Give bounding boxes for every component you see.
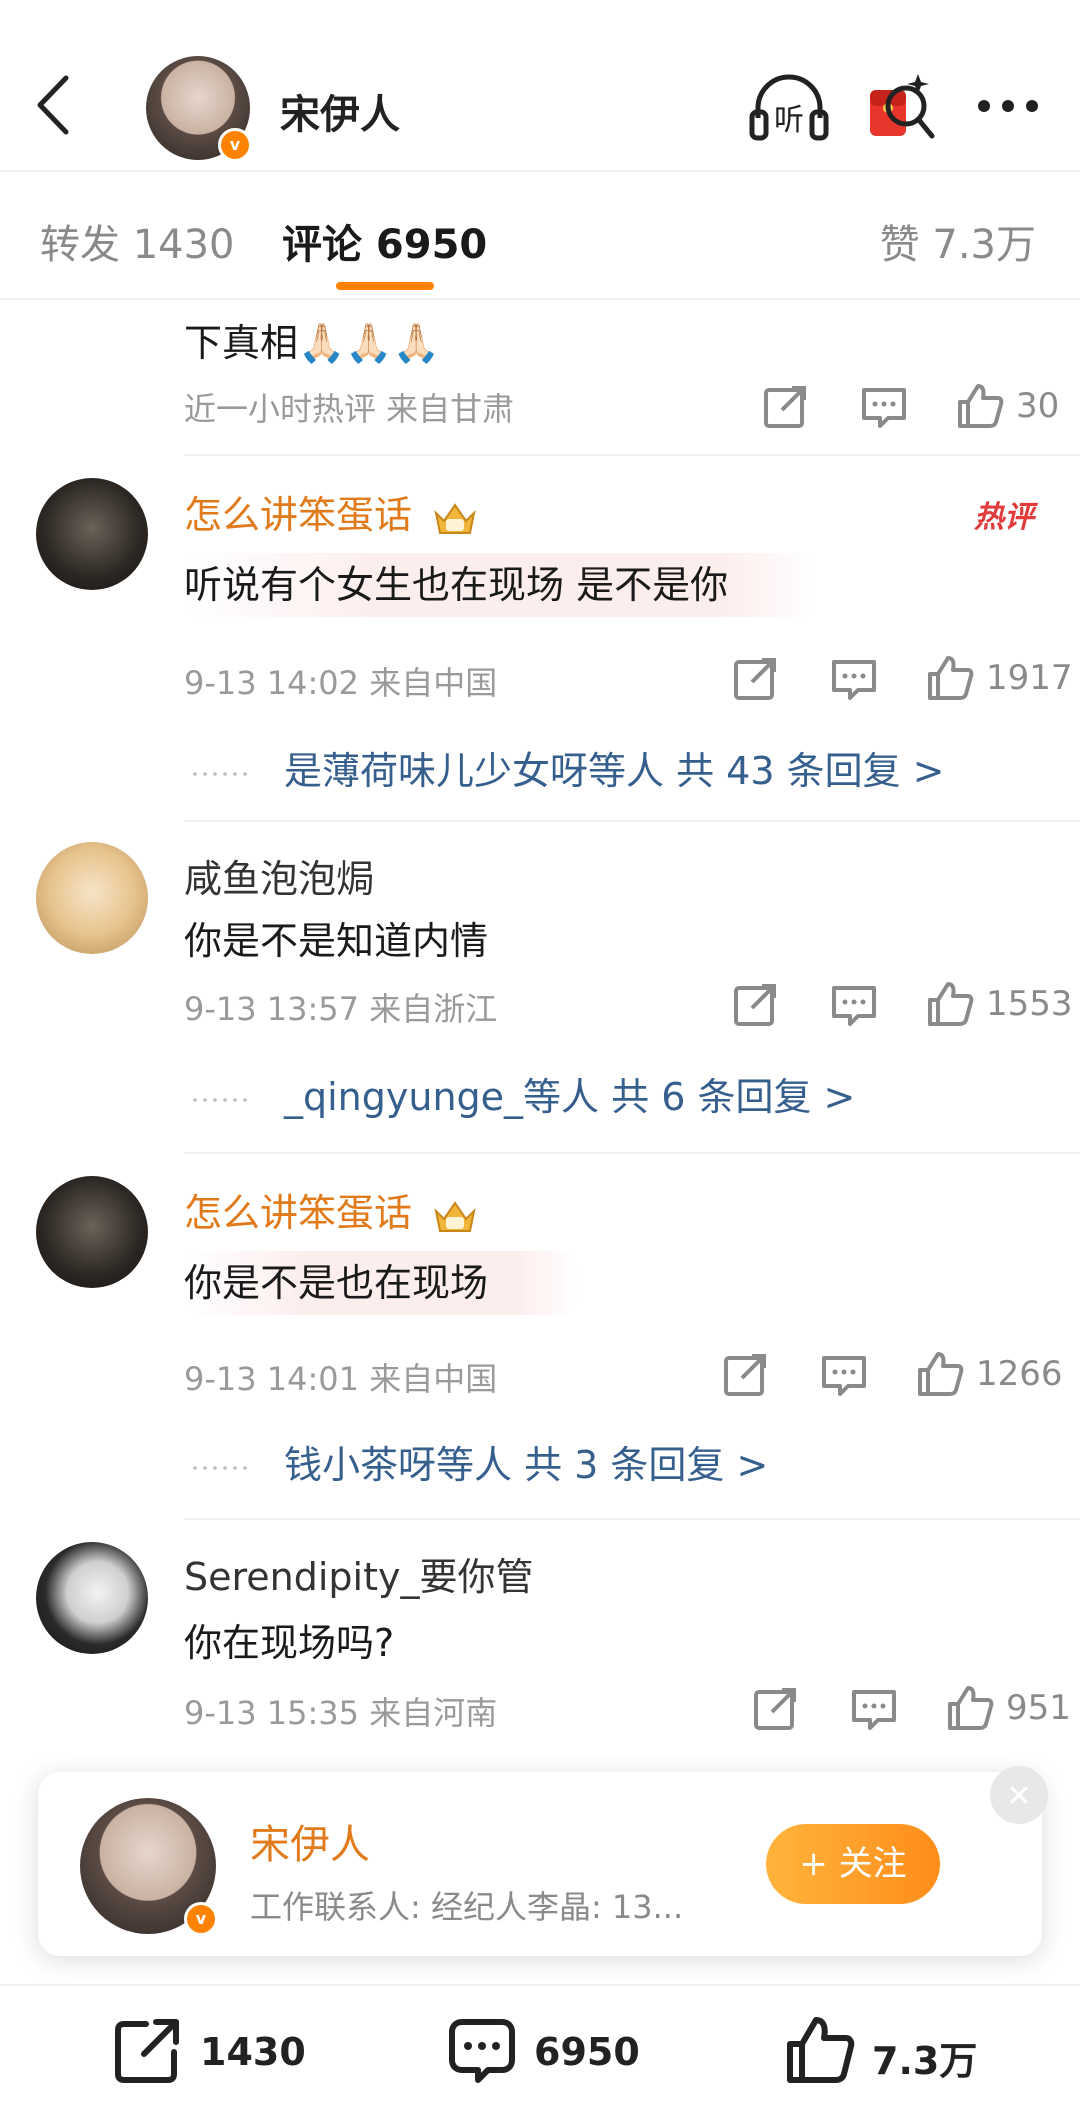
listen-label: 听 (774, 103, 804, 138)
banner-avatar[interactable]: v (80, 1798, 218, 1936)
comment-item: 下真相🙏🏻🙏🏻🙏🏻 近一小时热评 来自甘肃 30 (0, 300, 1080, 454)
verified-badge-icon: v (218, 128, 252, 162)
comment-item: 怎么讲笨蛋话 你是不是也在现场 9-13 14:01 来自中国 1266 钱小茶… (0, 1154, 1080, 1520)
comment-icon (449, 2019, 515, 2083)
like-icon[interactable] (924, 978, 976, 1030)
reply-dots (190, 1097, 250, 1102)
reply-icon[interactable] (848, 1682, 900, 1734)
banner-description: 工作联系人: 经纪人李晶: 13... (250, 1888, 684, 1926)
tab-comment[interactable]: 评论 6950 (282, 212, 487, 270)
reply-dots (190, 1465, 250, 1470)
tab-bar: 转发 1430 评论 6950 赞 7.3万 (0, 172, 1080, 300)
replies-text: 是薄荷味儿少女呀等人 共 43 条回复 > (284, 749, 945, 793)
close-banner-button[interactable] (990, 1766, 1048, 1824)
top-bar: v 宋伊人 听 (0, 0, 1080, 172)
tab-like[interactable]: 赞 7.3万 (880, 212, 1036, 270)
like-icon[interactable] (944, 1682, 996, 1734)
comment-meta: 9-13 14:02 来自中国 (184, 664, 498, 702)
like-count: 1553 (986, 984, 1073, 1024)
commenter-avatar[interactable] (36, 842, 148, 954)
comment-meta: 近一小时热评 来自甘肃 (184, 390, 515, 428)
comment-item: 怎么讲笨蛋话 热评 听说有个女生也在现场 是不是你 9-13 14:02 来自中… (0, 456, 1080, 824)
close-icon (1010, 1786, 1028, 1804)
page-title[interactable]: 宋伊人 (280, 82, 400, 140)
follow-suggestion-card: v 宋伊人 工作联系人: 经纪人李晶: 13... + 关注 (38, 1766, 1048, 1956)
verified-badge-icon: v (184, 1902, 218, 1936)
comment-text[interactable]: 听说有个女生也在现场 是不是你 (184, 553, 819, 617)
comment-meta: 9-13 15:35 来自河南 (184, 1694, 498, 1732)
reply-icon[interactable] (828, 652, 880, 704)
view-replies-link[interactable]: _qingyunge_等人 共 6 条回复 > (190, 1066, 855, 1121)
commenter-name[interactable]: 怎么讲笨蛋话 (184, 484, 478, 539)
reply-icon[interactable] (828, 978, 880, 1030)
thumbs-up-icon (787, 2017, 855, 2083)
bottom-action-bar: 1430 6950 7.3万 (0, 1984, 1080, 2111)
replies-text: _qingyunge_等人 共 6 条回复 > (284, 1075, 856, 1119)
commenter-name[interactable]: Serendipity_要你管 (184, 1546, 534, 1601)
tab-repost[interactable]: 转发 1430 (40, 212, 235, 270)
comment-meta: 9-13 14:01 来自中国 (184, 1360, 498, 1398)
hot-comment-badge: 热评 (974, 500, 1034, 535)
crown-badge-icon (434, 502, 476, 534)
share-icon[interactable] (730, 652, 782, 704)
repost-icon (115, 2019, 179, 2083)
reply-dots (190, 771, 250, 776)
share-icon[interactable] (730, 978, 782, 1030)
bottom-comment-count: 6950 (534, 2030, 640, 2074)
comment-text-content: 听说有个女生也在现场 是不是你 (184, 553, 819, 617)
like-count: 1917 (986, 658, 1073, 698)
commenter-name-text: 怎么讲笨蛋话 (184, 493, 413, 537)
comment-meta: 9-13 13:57 来自浙江 (184, 990, 498, 1028)
like-count: 1266 (976, 1354, 1063, 1394)
view-replies-link[interactable]: 是薄荷味儿少女呀等人 共 43 条回复 > (190, 740, 945, 795)
like-icon[interactable] (914, 1348, 966, 1400)
bottom-repost-button[interactable]: 1430 (110, 2012, 330, 2088)
comment-text[interactable]: 你在现场吗? (184, 1612, 394, 1667)
comment-text[interactable]: 下真相🙏🏻🙏🏻🙏🏻 (184, 312, 440, 367)
commenter-name[interactable]: 咸鱼泡泡焗 (184, 848, 374, 903)
like-icon[interactable] (954, 380, 1006, 432)
comment-actions: 951 (750, 1682, 1080, 1738)
commenter-name-text: 怎么讲笨蛋话 (184, 1191, 413, 1235)
like-icon[interactable] (924, 652, 976, 704)
replies-text: 钱小茶呀等人 共 3 条回复 > (284, 1443, 769, 1487)
comment-actions: 1266 (720, 1348, 1080, 1404)
comment-item: 咸鱼泡泡焗 你是不是知道内情 9-13 13:57 来自浙江 1553 _qin… (0, 822, 1080, 1154)
like-count: 30 (1016, 386, 1060, 426)
more-icon[interactable] (976, 96, 1040, 116)
red-packet-search-icon[interactable] (866, 70, 936, 144)
comment-actions: 1553 (730, 978, 1080, 1034)
share-icon[interactable] (750, 1682, 802, 1734)
comment-text[interactable]: 你是不是也在现场 (184, 1251, 579, 1315)
active-tab-indicator (336, 282, 434, 290)
crown-badge-icon (434, 1200, 476, 1232)
back-icon[interactable] (30, 70, 80, 140)
commenter-avatar[interactable] (36, 1542, 148, 1654)
comment-text-content: 你是不是也在现场 (184, 1251, 579, 1315)
commenter-avatar[interactable] (36, 478, 148, 590)
view-replies-link[interactable]: 钱小茶呀等人 共 3 条回复 > (190, 1434, 768, 1489)
comment-text[interactable]: 你是不是知道内情 (184, 910, 488, 965)
bottom-repost-count: 1430 (200, 2030, 306, 2074)
share-icon[interactable] (720, 1348, 772, 1400)
comment-actions: 30 (760, 380, 1080, 436)
like-count: 951 (1006, 1688, 1071, 1728)
follow-button[interactable]: + 关注 (766, 1824, 940, 1904)
comment-actions: 1917 (730, 652, 1080, 708)
reply-icon[interactable] (858, 380, 910, 432)
user-avatar[interactable]: v (146, 56, 252, 162)
comment-item: Serendipity_要你管 你在现场吗? 9-13 15:35 来自河南 9… (0, 1520, 1080, 1770)
bottom-comment-button[interactable]: 6950 (444, 2012, 664, 2088)
share-icon[interactable] (760, 380, 812, 432)
commenter-name[interactable]: 怎么讲笨蛋话 (184, 1182, 478, 1237)
listen-icon[interactable]: 听 (748, 72, 830, 142)
banner-name[interactable]: 宋伊人 (250, 1812, 370, 1870)
bottom-like-button[interactable]: 7.3万 (782, 2012, 1002, 2088)
bottom-like-count: 7.3万 (872, 2039, 978, 2083)
commenter-avatar[interactable] (36, 1176, 148, 1288)
reply-icon[interactable] (818, 1348, 870, 1400)
